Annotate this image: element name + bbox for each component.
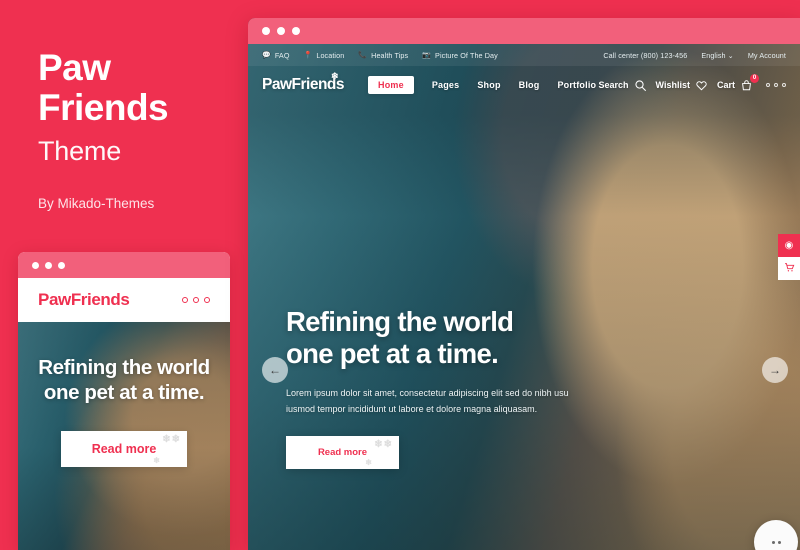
page-title: Paw Friends [38, 48, 238, 128]
topbar-item-health-tips[interactable]: 📞 Health Tips [358, 51, 408, 60]
three-dots-menu-icon [182, 297, 188, 303]
three-dots-menu-icon [782, 83, 786, 87]
site-logo[interactable]: PawFriends ❄ [262, 71, 345, 94]
arrow-right-icon: → [769, 363, 781, 377]
three-dots-icon [771, 540, 781, 544]
nav-item-pages[interactable]: Pages [432, 80, 460, 90]
search-label: Search [598, 80, 629, 90]
topbar-label-picture-of-the-day: Picture Of The Day [435, 50, 498, 60]
slider-prev-button[interactable]: ← [262, 357, 288, 383]
theme-name-line2: Friends [38, 86, 169, 128]
three-dots-menu-icon [204, 297, 210, 303]
topbar-call-center: Call center (800) 123-456 [603, 50, 688, 60]
mobile-logo[interactable]: PawFriends [38, 290, 130, 310]
hero-read-more-label: Read more [317, 447, 368, 459]
chat-icon: 💬 [262, 52, 271, 59]
nav-item-home[interactable]: Home [368, 76, 414, 94]
wishlist-button[interactable]: Wishlist [656, 79, 708, 92]
topbar-language-selector[interactable]: English ⌄ [701, 51, 734, 60]
hero-title-line2: one pet at a time. [286, 338, 499, 370]
paw-print-icon: ❄❄ [374, 439, 393, 451]
window-dot-icon [45, 261, 52, 269]
mobile-navbar: PawFriends [18, 278, 230, 322]
window-dot-icon [292, 27, 300, 35]
magnifier-icon [634, 79, 647, 92]
website-viewport: 💬 FAQ 📍 Location 📞 Health Tips 📷 Picture… [248, 44, 800, 550]
side-button-cart[interactable] [778, 257, 800, 280]
topbar-label-location: Location [316, 50, 345, 60]
nav-item-blog[interactable]: Blog [519, 80, 540, 90]
theme-subtitle: Theme [38, 135, 122, 166]
window-dot-icon [58, 261, 65, 269]
target-circle-icon: ◉ [784, 240, 794, 251]
promo-text-block: Paw Friends Theme By Mikado-Themes [38, 48, 238, 211]
topbar-item-faq[interactable]: 💬 FAQ [262, 51, 290, 60]
window-dot-icon [262, 27, 270, 35]
cart-icon [784, 262, 795, 276]
paw-print-icon: ❄ [365, 458, 373, 468]
mobile-hero-title-line2: one pet at a time. [43, 380, 205, 404]
side-sticky-buttons: ◉ [778, 234, 800, 280]
hero-title-line1: Refining the world [286, 306, 514, 337]
mobile-hero-title-line1: Refining the world [38, 356, 210, 379]
topbar-label-faq: FAQ [274, 50, 290, 60]
mobile-titlebar [18, 252, 230, 278]
mobile-preview-window: PawFriends Refining the world one pet at… [18, 252, 230, 550]
heart-icon [695, 79, 708, 92]
site-topbar: 💬 FAQ 📍 Location 📞 Health Tips 📷 Picture… [248, 44, 800, 66]
hero-read-more-button[interactable]: Read more ❄❄ ❄ [286, 436, 399, 470]
wishlist-label: Wishlist [655, 80, 690, 90]
browser-titlebar [248, 18, 800, 44]
nav-item-shop[interactable]: Shop [477, 80, 500, 90]
three-dots-menu-icon [774, 83, 778, 87]
arrow-left-icon: ← [269, 363, 281, 377]
paw-print-icon: ❄❄ [162, 434, 181, 446]
mobile-hero-image: Refining the world one pet at a time. Re… [18, 322, 230, 550]
topbar-label-health-tips: Health Tips [371, 50, 409, 60]
cart-label: Cart [716, 80, 735, 90]
phone-icon: 📞 [358, 52, 368, 59]
window-dot-icon [32, 261, 39, 269]
primary-nav: Home Pages Shop Blog Portfolio [368, 76, 596, 94]
hero-paragraph: Lorem ipsum dolor sit amet, consectetur … [286, 388, 569, 414]
paw-print-icon: ❄ [330, 71, 339, 81]
topbar-item-picture-of-the-day[interactable]: 📷 Picture Of The Day [422, 51, 498, 60]
window-dot-icon [277, 27, 285, 35]
camera-icon: 📷 [422, 52, 432, 59]
desktop-preview-window: 💬 FAQ 📍 Location 📞 Health Tips 📷 Picture… [248, 18, 800, 550]
nav-utilities: Search Wishlist Cart 0 [599, 73, 786, 92]
topbar-my-account[interactable]: My Account [748, 51, 786, 60]
shopping-bag-icon: 0 [740, 73, 759, 92]
paw-print-icon: ❄ [153, 456, 161, 466]
three-dots-menu-icon [193, 297, 199, 303]
theme-author: By Mikado-Themes [38, 195, 155, 211]
side-button-target[interactable]: ◉ [778, 234, 800, 257]
topbar-item-location[interactable]: 📍 Location [304, 51, 345, 60]
mobile-hero-title: Refining the world one pet at a time. [38, 356, 210, 405]
slider-next-button[interactable]: → [762, 357, 788, 383]
three-dots-menu-icon [766, 83, 770, 87]
theme-name-line1: Paw [38, 47, 111, 88]
hero-title: Refining the world one pet at a time. [286, 306, 586, 370]
cart-count-badge: 0 [750, 73, 759, 83]
nav-more-menu-button[interactable] [766, 83, 786, 87]
location-pin-icon: 📍 [303, 52, 313, 59]
site-main-navbar: PawFriends ❄ Home Pages Shop Blog Portfo… [248, 66, 800, 104]
mobile-read-more-button[interactable]: Read more ❄❄ ❄ [61, 431, 187, 468]
hero-content: Refining the world one pet at a time. Lo… [286, 306, 586, 470]
search-button[interactable]: Search [599, 79, 647, 92]
mobile-menu-button[interactable] [182, 297, 210, 303]
promo-banner: Paw Friends Theme By Mikado-Themes PawFr… [0, 0, 800, 550]
nav-item-portfolio[interactable]: Portfolio [557, 80, 596, 90]
mobile-read-more-label: Read more [91, 442, 157, 457]
cart-button[interactable]: Cart 0 [716, 73, 759, 92]
floating-round-widget[interactable] [754, 520, 798, 550]
